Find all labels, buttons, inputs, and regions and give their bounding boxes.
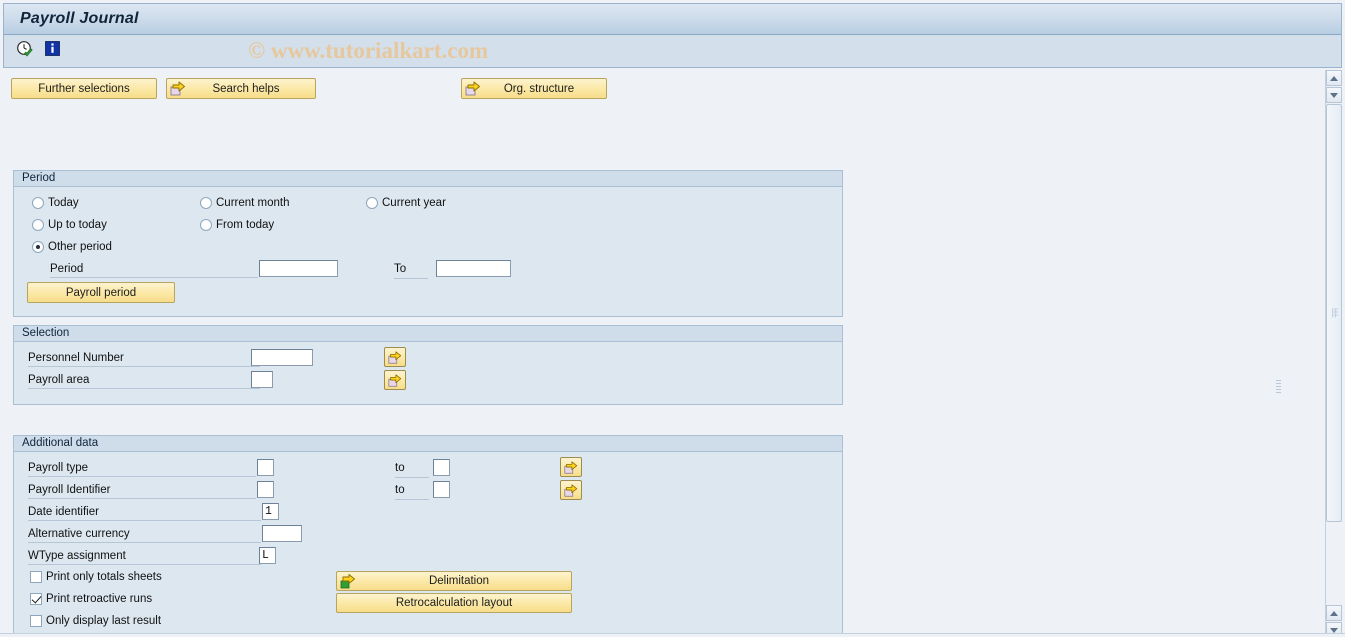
scrollbar-track[interactable] — [1326, 104, 1342, 604]
payroll-type-multiple-selection-button[interactable] — [560, 457, 582, 477]
payroll-area-label: Payroll area — [28, 373, 260, 389]
period-to-label: To — [394, 263, 428, 279]
payroll-identifier-label: Payroll Identifier — [28, 483, 256, 499]
payroll-identifier-to-label: to — [395, 484, 429, 500]
arrow-right-icon — [388, 373, 402, 387]
further-selections-button[interactable]: Further selections — [11, 78, 157, 99]
radio-label: Current month — [216, 197, 290, 209]
scrollbar-grip-icon — [1332, 308, 1338, 318]
delimitation-button[interactable]: Delimitation — [336, 571, 572, 591]
payroll-type-to-label: to — [395, 462, 429, 478]
wtype-assignment-label: WType assignment — [28, 549, 261, 565]
info-icon[interactable] — [45, 41, 60, 61]
org-structure-button[interactable]: Org. structure — [461, 78, 607, 99]
radio-label: Current year — [382, 197, 446, 209]
further-selections-label: Further selections — [38, 82, 130, 95]
arrow-right-icon — [464, 80, 482, 97]
radio-button-indicator — [200, 219, 212, 231]
period-from-input[interactable] — [259, 260, 338, 277]
chevron-down-icon — [1330, 92, 1338, 98]
personnel-number-label: Personnel Number — [28, 351, 260, 367]
radio-up-to-today[interactable]: Up to today — [32, 219, 107, 231]
payroll-identifier-from-input[interactable] — [257, 481, 274, 498]
scroll-page-up-button[interactable] — [1326, 605, 1342, 621]
period-group: Period Today Current month Current year … — [13, 170, 843, 317]
radio-label: Other period — [48, 241, 112, 253]
checkbox-label: Only display last result — [46, 615, 162, 627]
arrow-right-icon — [388, 350, 402, 364]
search-helps-button[interactable]: Search helps — [166, 78, 316, 99]
payroll-type-label: Payroll type — [28, 461, 256, 477]
payroll-area-input[interactable] — [251, 371, 273, 388]
payroll-type-to-input[interactable] — [433, 459, 450, 476]
personnel-number-multiple-selection-button[interactable] — [384, 347, 406, 367]
payroll-identifier-to-input[interactable] — [433, 481, 450, 498]
retrocalculation-layout-label: Retrocalculation layout — [395, 597, 513, 609]
radio-button-indicator — [32, 241, 44, 253]
execute-clock-icon[interactable] — [16, 40, 33, 62]
checkbox-indicator — [30, 593, 42, 605]
period-field-label: Period — [50, 262, 258, 278]
period-group-title: Period — [14, 171, 842, 187]
radio-today[interactable]: Today — [32, 197, 79, 209]
chevron-down-icon — [1330, 627, 1338, 633]
selection-group: Selection Personnel Number Payroll area — [13, 325, 843, 405]
radio-label: Up to today — [48, 219, 107, 231]
personnel-number-input[interactable] — [251, 349, 313, 366]
checkbox-print-only-totals-sheets[interactable]: Print only totals sheets — [30, 571, 162, 583]
payroll-identifier-multiple-selection-button[interactable] — [560, 480, 582, 500]
checkbox-indicator — [30, 571, 42, 583]
selection-group-title: Selection — [14, 326, 842, 342]
checkbox-label: Print retroactive runs — [46, 593, 153, 605]
arrow-right-icon — [564, 460, 578, 474]
checkbox-indicator — [30, 615, 42, 627]
arrow-right-green-icon — [339, 573, 357, 590]
payroll-period-label: Payroll period — [65, 286, 137, 299]
arrow-right-icon — [564, 483, 578, 497]
radio-button-indicator — [200, 197, 212, 209]
date-identifier-label: Date identifier — [28, 505, 261, 521]
radio-current-year[interactable]: Current year — [366, 197, 446, 209]
retrocalculation-layout-button[interactable]: Retrocalculation layout — [336, 593, 572, 613]
org-structure-label: Org. structure — [503, 82, 575, 95]
chevron-up-icon — [1330, 75, 1338, 81]
wtype-assignment-input[interactable] — [259, 547, 276, 564]
checkbox-only-display-last-result[interactable]: Only display last result — [30, 615, 161, 627]
scroll-down-button[interactable] — [1326, 87, 1342, 103]
application-toolbar — [3, 35, 1342, 68]
alternative-currency-input[interactable] — [262, 525, 302, 542]
payroll-type-from-input[interactable] — [257, 459, 274, 476]
search-helps-label: Search helps — [212, 82, 280, 95]
payroll-area-multiple-selection-button[interactable] — [384, 370, 406, 390]
checkbox-print-retroactive-runs[interactable]: Print retroactive runs — [30, 593, 152, 605]
radio-button-indicator — [366, 197, 378, 209]
checkbox-label: Print only totals sheets — [46, 571, 162, 583]
additional-data-group-title: Additional data — [14, 436, 842, 452]
vertical-scrollbar[interactable] — [1325, 70, 1342, 637]
delimitation-label: Delimitation — [428, 575, 490, 587]
selection-screen-content: Further selections Search helps Org. str… — [3, 70, 1303, 637]
chevron-up-icon — [1330, 610, 1338, 616]
alternative-currency-label: Alternative currency — [28, 527, 261, 543]
date-identifier-input[interactable] — [262, 503, 279, 520]
window-title-bar: Payroll Journal — [3, 3, 1342, 35]
scroll-up-button[interactable] — [1326, 70, 1342, 86]
additional-data-group: Additional data Payroll type to Payroll … — [13, 435, 843, 637]
radio-button-indicator — [32, 219, 44, 231]
action-button-row: Further selections Search helps Org. str… — [11, 78, 1291, 100]
radio-from-today[interactable]: From today — [200, 219, 274, 231]
arrow-right-icon — [169, 80, 187, 97]
radio-current-month[interactable]: Current month — [200, 197, 290, 209]
scrollbar-thumb[interactable] — [1326, 104, 1342, 522]
radio-button-indicator — [32, 197, 44, 209]
status-bar-sliver — [0, 633, 1345, 637]
radio-label: From today — [216, 219, 275, 231]
period-to-input[interactable] — [436, 260, 511, 277]
radio-label: Today — [48, 197, 79, 209]
sap-payroll-journal-window: Payroll Journal © www.tutorialkart.com F — [0, 0, 1345, 637]
payroll-period-button[interactable]: Payroll period — [27, 282, 175, 303]
page-title: Payroll Journal — [20, 10, 139, 27]
radio-other-period[interactable]: Other period — [32, 241, 112, 253]
splitter-grip[interactable] — [1276, 380, 1281, 394]
